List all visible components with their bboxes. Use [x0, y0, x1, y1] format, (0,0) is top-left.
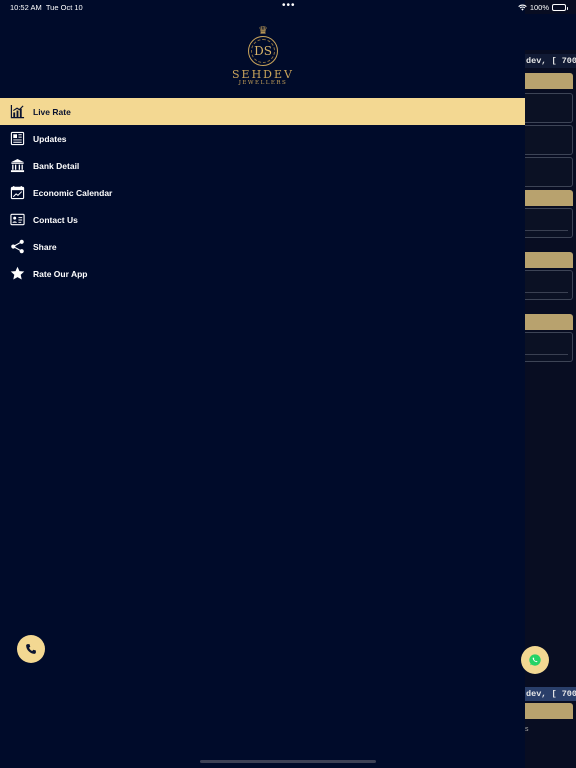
- status-date: Tue Oct 10: [45, 3, 83, 12]
- menu-item-updates[interactable]: Updates: [0, 125, 525, 152]
- whatsapp-button[interactable]: [521, 646, 549, 674]
- whatsapp-icon: [529, 654, 541, 666]
- menu-item-contact-us[interactable]: Contact Us: [0, 206, 525, 233]
- rate-box: [525, 332, 573, 362]
- crown-icon: ♛: [258, 25, 268, 37]
- menu-item-label: Bank Detail: [33, 160, 80, 171]
- status-time: 10:52 AM: [10, 3, 42, 12]
- wifi-icon: [518, 4, 527, 11]
- phone-icon: [26, 644, 36, 654]
- menu-item-label: Share: [33, 241, 57, 252]
- menu-item-live-rate[interactable]: Live Rate: [0, 98, 525, 125]
- news-icon: [10, 131, 25, 146]
- ticker-text-top: dev, [ 70095: [525, 54, 576, 68]
- rate-box: [525, 157, 573, 187]
- rate-box: [525, 125, 573, 155]
- contact-card-icon: [10, 212, 25, 227]
- rate-box: [525, 93, 573, 123]
- bank-icon: [10, 158, 25, 173]
- menu-item-label: Contact Us: [33, 214, 78, 225]
- home-indicator[interactable]: [200, 760, 376, 763]
- menu-item-rate-our-app[interactable]: Rate Our App: [0, 260, 525, 287]
- rate-header-bar: [525, 190, 573, 206]
- call-button[interactable]: [17, 635, 45, 663]
- rate-header-bar: [525, 252, 573, 268]
- background-note: s: [525, 726, 529, 733]
- monogram-emblem: DS: [248, 36, 278, 66]
- rate-box: [525, 208, 573, 238]
- ticker-text-bottom: dev, [ 70095: [525, 687, 576, 701]
- status-bar: 10:52 AM Tue Oct 10 ••• 100%: [0, 0, 576, 14]
- battery-icon: [552, 4, 568, 11]
- rate-header-bar: [525, 73, 573, 89]
- share-icon: [10, 239, 25, 254]
- star-icon: [10, 266, 25, 281]
- menu-item-label: Live Rate: [33, 106, 71, 117]
- menu-item-label: Updates: [33, 133, 67, 144]
- rate-box: [525, 270, 573, 300]
- battery-percent: 100%: [529, 3, 549, 12]
- side-drawer: ♛ DS SEHDEV JEWELLERS Live Rate Updates …: [0, 0, 525, 768]
- rate-header-bar: [525, 703, 573, 719]
- drawer-menu: Live Rate Updates Bank Detail Economic C…: [0, 98, 525, 287]
- menu-item-bank-detail[interactable]: Bank Detail: [0, 152, 525, 179]
- brand-logo: ♛ DS SEHDEV JEWELLERS: [222, 25, 304, 87]
- menu-item-label: Economic Calendar: [33, 187, 113, 198]
- menu-item-economic-calendar[interactable]: Economic Calendar: [0, 179, 525, 206]
- calendar-icon: [10, 185, 25, 200]
- menu-item-share[interactable]: Share: [0, 233, 525, 260]
- chart-icon: [10, 104, 25, 119]
- multitasking-dots[interactable]: •••: [282, 0, 296, 11]
- menu-item-label: Rate Our App: [33, 268, 88, 279]
- rate-header-bar: [525, 314, 573, 330]
